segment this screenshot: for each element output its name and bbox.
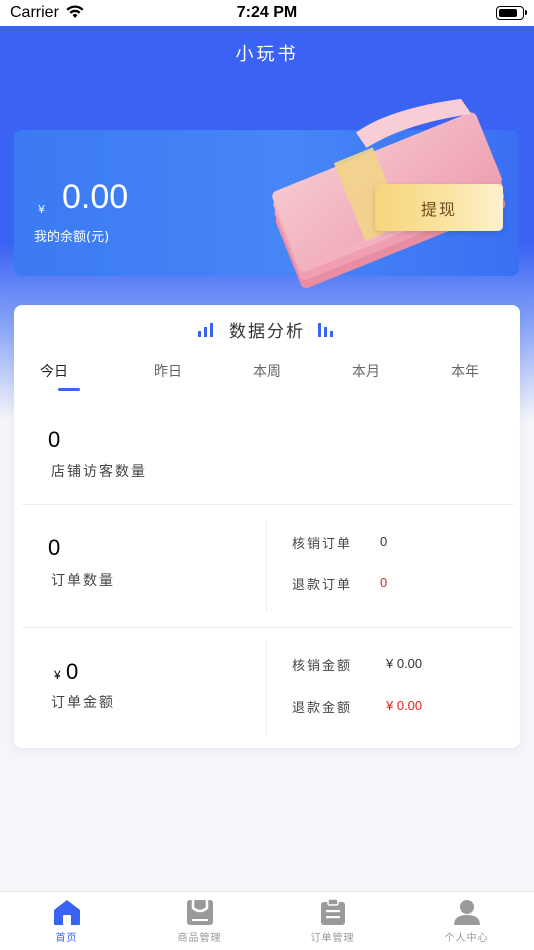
verified-amount-label: 核销金额 [292,659,353,674]
battery-icon [496,6,527,20]
tabbar-profile[interactable]: 个人中心 [400,892,533,950]
amount-value: 0 [66,659,79,684]
balance-amount: 0.00 [62,178,129,216]
tabbar-goods-label: 商品管理 [177,933,222,944]
orders-label: 订单数量 [51,573,115,589]
period-tabs: 今日 昨日 本周 本月 本年 [14,361,520,395]
bar-chart-icon [318,322,336,337]
divider [22,504,514,505]
data-analysis-card: 数据分析 今日 昨日 本周 本月 本年 0 店铺访客数量 0 订单数量 核销订单… [14,305,520,748]
verified-orders-value: 0 [380,534,388,549]
bar-chart-icon [197,322,216,337]
verified-orders-label: 核销订单 [292,537,353,552]
tabbar-goods[interactable]: 商品管理 [133,892,266,950]
user-icon [453,900,480,925]
tab-this-year[interactable]: 本年 [425,361,505,381]
withdraw-button[interactable]: 提现 [375,184,503,231]
divider [22,627,514,628]
refund-amount-label: 退款金额 [292,701,353,716]
amount-currency: ¥ [54,668,61,682]
tab-this-week[interactable]: 本周 [227,361,307,381]
status-bar: Carrier 7:24 PM [0,0,534,26]
balance-card: ¥ 0.00 我的余额(元) 提现 [14,98,519,289]
bottom-tab-bar: 首页 商品管理 订单管理 个人中心 [0,891,534,950]
tab-this-month[interactable]: 本月 [326,361,406,381]
refund-orders-value: 0 [380,575,388,590]
clock: 7:24 PM [236,4,298,21]
visitors-label: 店铺访客数量 [51,464,147,480]
tabbar-home-label: 首页 [55,933,78,944]
refund-orders-label: 退款订单 [292,578,353,593]
amount-label: 订单金额 [51,695,115,711]
tab-today[interactable]: 今日 [14,361,94,381]
home-icon [53,900,80,925]
tabbar-home[interactable]: 首页 [0,892,133,950]
balance-label: 我的余额(元) [34,230,110,245]
currency-symbol: ¥ [38,203,45,216]
tabbar-orders[interactable]: 订单管理 [266,892,399,950]
goods-icon [186,900,213,925]
analysis-header: 数据分析 [14,317,520,343]
clipboard-icon [320,898,345,925]
visitors-value: 0 [48,427,61,452]
refund-amount-value: ¥ 0.00 [386,698,423,713]
verified-amount-value: ¥ 0.00 [386,656,423,671]
divider [266,640,267,736]
analysis-title: 数据分析 [229,322,305,342]
tabbar-orders-label: 订单管理 [310,933,355,944]
page-title: 小玩书 [235,44,299,65]
active-tab-indicator [58,388,80,391]
tab-yesterday[interactable]: 昨日 [128,361,208,381]
tabbar-profile-label: 个人中心 [444,933,489,944]
divider [266,519,267,611]
orders-value: 0 [48,535,61,560]
